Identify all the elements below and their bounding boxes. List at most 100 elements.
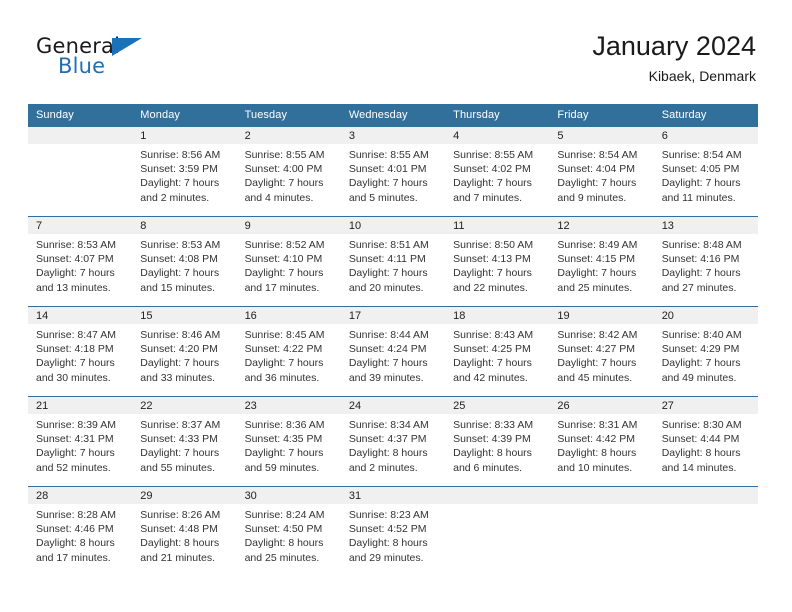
daylight-text-line1: Daylight: 7 hours xyxy=(661,267,741,280)
general-blue-logo[interactable]: General Blue xyxy=(36,36,146,82)
daylight-text-line2: and 10 minutes. xyxy=(557,461,633,474)
calendar-day-cell-empty xyxy=(549,486,654,576)
sunset-text: Sunset: 4:31 PM xyxy=(36,433,114,446)
calendar-day-cell[interactable]: 24 Sunrise: 8:34 AM Sunset: 4:37 PM Dayligh… xyxy=(340,396,446,487)
sunrise-text: Sunrise: 8:44 AM xyxy=(348,329,429,341)
day-details: Sunrise: 8:46 AM Sunset: 4:20 PM Daylight:… xyxy=(132,324,236,385)
sunrise-text: Sunrise: 8:55 AM xyxy=(453,149,534,161)
calendar-grid: Sunday Monday Tuesday Wednesday Thursday Frid… xyxy=(28,104,758,576)
sunset-text: Sunset: 4:07 PM xyxy=(36,253,114,266)
calendar-day-cell[interactable]: 17 Sunrise: 8:44 AM Sunset: 4:24 PM Dayligh… xyxy=(340,306,446,397)
sunrise-text: Sunrise: 8:48 AM xyxy=(661,239,742,251)
day-cell-inner xyxy=(445,487,550,576)
calendar-day-cell[interactable]: 9 Sunrise: 8:52 AM Sunset: 4:10 PM Daylight… xyxy=(236,216,341,307)
calendar-day-cell[interactable]: 28 Sunrise: 8:28 AM Sunset: 4:46 PM Dayligh… xyxy=(28,486,133,576)
sunrise-text: Sunrise: 8:42 AM xyxy=(557,329,638,341)
day-cell-inner: 15 Sunrise: 8:46 AM Sunset: 4:20 PM Dayligh… xyxy=(132,307,237,396)
day-cell-inner: 19 Sunrise: 8:42 AM Sunset: 4:27 PM Dayligh… xyxy=(549,307,654,396)
sunrise-text: Sunrise: 8:45 AM xyxy=(244,329,325,341)
calendar-day-cell[interactable]: 23 Sunrise: 8:36 AM Sunset: 4:35 PM Dayligh… xyxy=(236,396,341,487)
daylight-text-line1: Daylight: 7 hours xyxy=(244,447,324,460)
daylight-text-line2: and 30 minutes. xyxy=(36,371,111,384)
calendar-day-cell[interactable]: 22 Sunrise: 8:37 AM Sunset: 4:33 PM Dayligh… xyxy=(132,396,237,487)
daylight-text-line1: Daylight: 7 hours xyxy=(453,177,532,190)
sunset-text: Sunset: 4:13 PM xyxy=(453,253,531,266)
sunrise-text: Sunrise: 8:54 AM xyxy=(661,149,742,161)
calendar-day-cell[interactable]: 12 Sunrise: 8:49 AM Sunset: 4:15 PM Dayligh… xyxy=(549,216,654,307)
sunrise-text: Sunrise: 8:23 AM xyxy=(348,509,429,521)
calendar-day-cell[interactable]: 29 Sunrise: 8:26 AM Sunset: 4:48 PM Dayligh… xyxy=(132,486,237,576)
calendar-day-cell[interactable]: 11 Sunrise: 8:50 AM Sunset: 4:13 PM Dayligh… xyxy=(445,216,550,307)
sunset-text: Sunset: 4:22 PM xyxy=(244,343,323,356)
sunset-text: Sunset: 4:37 PM xyxy=(348,433,427,446)
daylight-text-line1: Daylight: 8 hours xyxy=(348,537,428,550)
calendar-day-cell[interactable]: 10 Sunrise: 8:51 AM Sunset: 4:11 PM Dayligh… xyxy=(340,216,446,307)
day-details: Sunrise: 8:36 AM Sunset: 4:35 PM Daylight:… xyxy=(237,414,341,475)
calendar-day-cell[interactable]: 21 Sunrise: 8:39 AM Sunset: 4:31 PM Dayligh… xyxy=(28,396,133,487)
calendar-day-cell[interactable]: 30 Sunrise: 8:24 AM Sunset: 4:50 PM Dayligh… xyxy=(236,486,341,576)
day-details: Sunrise: 8:23 AM Sunset: 4:52 PM Daylight:… xyxy=(341,504,445,565)
calendar-day-cell[interactable]: 27 Sunrise: 8:30 AM Sunset: 4:44 PM Dayligh… xyxy=(653,396,758,487)
daylight-text-line1: Daylight: 8 hours xyxy=(140,537,220,550)
day-details: Sunrise: 8:54 AM Sunset: 4:04 PM Daylight:… xyxy=(549,144,653,205)
day-number: 7 xyxy=(28,217,133,234)
logo-text-blue: Blue xyxy=(58,54,106,78)
sunset-text: Sunset: 3:59 PM xyxy=(140,163,218,176)
sunrise-text: Sunrise: 8:40 AM xyxy=(661,329,742,341)
calendar-day-cell[interactable]: 31 Sunrise: 8:23 AM Sunset: 4:52 PM Dayligh… xyxy=(340,486,446,576)
daylight-text-line2: and 39 minutes. xyxy=(348,371,424,384)
calendar-day-cell[interactable]: 4 Sunrise: 8:55 AM Sunset: 4:02 PM Daylight… xyxy=(445,127,550,217)
day-details: Sunrise: 8:24 AM Sunset: 4:50 PM Daylight:… xyxy=(237,504,341,565)
sunset-text: Sunset: 4:48 PM xyxy=(140,523,218,536)
calendar-day-cell[interactable]: 8 Sunrise: 8:53 AM Sunset: 4:08 PM Daylight… xyxy=(132,216,237,307)
sunset-text: Sunset: 4:52 PM xyxy=(348,523,427,536)
calendar-day-cell[interactable]: 16 Sunrise: 8:45 AM Sunset: 4:22 PM Dayligh… xyxy=(236,306,341,397)
day-number xyxy=(28,127,133,144)
day-cell-inner: 26 Sunrise: 8:31 AM Sunset: 4:42 PM Dayligh… xyxy=(549,397,654,486)
daylight-text-line2: and 4 minutes. xyxy=(244,191,314,204)
calendar-day-cell[interactable]: 6 Sunrise: 8:54 AM Sunset: 4:05 PM Daylight… xyxy=(653,127,758,217)
calendar-day-cell[interactable]: 3 Sunrise: 8:55 AM Sunset: 4:01 PM Daylight… xyxy=(340,127,446,217)
page-title: January 2024 xyxy=(592,31,756,61)
day-number: 12 xyxy=(549,217,654,234)
day-cell-inner: 22 Sunrise: 8:37 AM Sunset: 4:33 PM Dayligh… xyxy=(132,397,237,486)
calendar-page: General Blue January 2024 Kibaek, Denmar… xyxy=(0,0,792,612)
sunset-text: Sunset: 4:11 PM xyxy=(348,253,426,266)
calendar-day-cell[interactable]: 19 Sunrise: 8:42 AM Sunset: 4:27 PM Dayligh… xyxy=(549,306,654,397)
calendar-day-cell[interactable]: 7 Sunrise: 8:53 AM Sunset: 4:07 PM Daylight… xyxy=(28,216,133,307)
daylight-text-line2: and 52 minutes. xyxy=(36,461,111,474)
calendar-day-cell[interactable]: 14 Sunrise: 8:47 AM Sunset: 4:18 PM Dayligh… xyxy=(28,306,133,397)
calendar-day-cell[interactable]: 20 Sunrise: 8:40 AM Sunset: 4:29 PM Dayligh… xyxy=(653,306,758,397)
sunrise-text: Sunrise: 8:50 AM xyxy=(453,239,534,251)
calendar-day-cell[interactable]: 25 Sunrise: 8:33 AM Sunset: 4:39 PM Dayligh… xyxy=(445,396,550,487)
day-number: 20 xyxy=(653,307,758,324)
daylight-text-line1: Daylight: 7 hours xyxy=(557,177,637,190)
daylight-text-line2: and 6 minutes. xyxy=(453,461,523,474)
page-header: General Blue January 2024 Kibaek, Denmar… xyxy=(0,0,792,100)
daylight-text-line1: Daylight: 7 hours xyxy=(453,357,532,370)
day-number: 29 xyxy=(132,487,237,504)
sunset-text: Sunset: 4:42 PM xyxy=(557,433,636,446)
calendar-day-cell[interactable]: 18 Sunrise: 8:43 AM Sunset: 4:25 PM Dayligh… xyxy=(445,306,550,397)
day-details: Sunrise: 8:53 AM Sunset: 4:08 PM Daylight:… xyxy=(132,234,236,295)
day-number: 6 xyxy=(653,127,758,144)
day-details: Sunrise: 8:39 AM Sunset: 4:31 PM Daylight:… xyxy=(28,414,132,475)
calendar-day-cell[interactable]: 26 Sunrise: 8:31 AM Sunset: 4:42 PM Dayligh… xyxy=(549,396,654,487)
daylight-text-line1: Daylight: 7 hours xyxy=(348,267,428,280)
daylight-text-line2: and 11 minutes. xyxy=(661,191,736,204)
weekday-header-thursday: Thursday xyxy=(445,104,550,127)
calendar-day-cell[interactable]: 5 Sunrise: 8:54 AM Sunset: 4:04 PM Daylight… xyxy=(549,127,654,217)
calendar-day-cell[interactable]: 13 Sunrise: 8:48 AM Sunset: 4:16 PM Dayligh… xyxy=(653,216,758,307)
sunset-text: Sunset: 4:39 PM xyxy=(453,433,531,446)
calendar-day-cell[interactable]: 1 Sunrise: 8:56 AM Sunset: 3:59 PM Daylight… xyxy=(132,127,237,217)
daylight-text-line1: Daylight: 7 hours xyxy=(140,267,220,280)
day-cell-inner: 4 Sunrise: 8:55 AM Sunset: 4:02 PM Daylight… xyxy=(445,127,550,216)
day-number: 14 xyxy=(28,307,133,324)
daylight-text-line2: and 27 minutes. xyxy=(661,281,737,294)
day-cell-inner: 24 Sunrise: 8:34 AM Sunset: 4:37 PM Dayligh… xyxy=(340,397,446,486)
calendar-day-cell[interactable]: 2 Sunrise: 8:55 AM Sunset: 4:00 PM Daylight… xyxy=(236,127,341,217)
sunset-text: Sunset: 4:15 PM xyxy=(557,253,636,266)
daylight-text-line1: Daylight: 8 hours xyxy=(244,537,324,550)
calendar-day-cell[interactable]: 15 Sunrise: 8:46 AM Sunset: 4:20 PM Dayligh… xyxy=(132,306,237,397)
day-details: Sunrise: 8:42 AM Sunset: 4:27 PM Daylight:… xyxy=(549,324,653,385)
